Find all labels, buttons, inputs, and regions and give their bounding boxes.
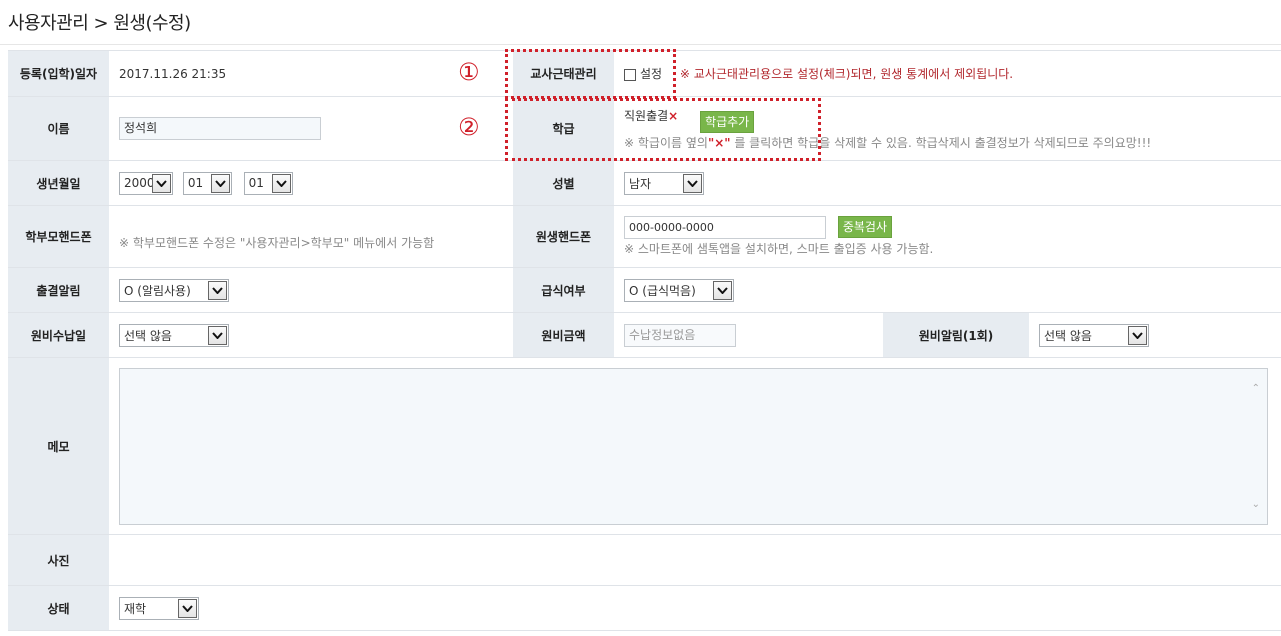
memo-textarea[interactable]: ⌃ ⌄ [119, 367, 1268, 525]
chevron-down-icon [1128, 325, 1147, 345]
fee-alert-value: 선택 않음 [1044, 328, 1092, 343]
duplicate-check-button[interactable]: 중복검사 [837, 216, 892, 238]
fee-day-value: 선택 않음 [124, 328, 172, 343]
chevron-down-icon [208, 280, 227, 300]
meal-label: 급식여부 [513, 267, 614, 313]
attendance-alert-value: O (알림사용) [124, 283, 191, 298]
reg-date-value: 2017.11.26 21:35 [109, 50, 513, 97]
name-input[interactable]: 정석희 [119, 117, 321, 140]
name-label: 이름 [8, 96, 109, 161]
scroll-up-icon[interactable]: ⌃ [1252, 383, 1260, 394]
status-select[interactable]: 재학 [119, 596, 199, 620]
meal-select[interactable]: O (급식먹음) [624, 278, 734, 302]
attendance-alert-label: 출결알림 [8, 267, 109, 313]
page-title: 사용자관리 > 원생(수정) [8, 13, 191, 34]
parent-phone-label: 학부모핸드폰 [8, 205, 109, 268]
student-phone-input[interactable]: 000-0000-0000 [624, 216, 826, 239]
chevron-down-icon [713, 280, 732, 300]
class-label: 학급 [513, 96, 614, 161]
parent-phone-note: ※ 학부모핸드폰 수정은 "사용자관리>학부모" 메뉴에서 가능함 [119, 236, 435, 250]
student-edit-form: 등록(입학)일자 2017.11.26 21:35 교사근태관리 설정 ※ 교사… [8, 50, 1281, 631]
attendance-alert-select[interactable]: O (알림사용) [119, 278, 229, 302]
gender-label: 성별 [513, 160, 614, 206]
class-remove-icon[interactable]: × [668, 109, 678, 123]
gender-select[interactable]: 남자 [624, 171, 704, 195]
teacher-attendance-checkbox[interactable] [624, 68, 636, 81]
annotation-circle-2: ② [458, 113, 480, 141]
status-value: 재학 [124, 601, 147, 616]
fee-alert-label: 원비알림(1회) [883, 312, 1029, 358]
meal-value: O (급식먹음) [629, 283, 696, 298]
annotation-circle-1: ① [458, 58, 480, 86]
chevron-down-icon [210, 173, 230, 193]
class-cell: 직원출결× 학급추가 ※ 학급이름 옆의"×" 를 클릭하면 학급을 삭제할 수… [614, 96, 1281, 161]
fee-day-select[interactable]: 선택 않음 [119, 323, 229, 347]
student-phone-label: 원생핸드폰 [513, 205, 614, 268]
class-note-part1: ※ 학급이름 옆의 [624, 135, 708, 150]
class-note-x: "×" [707, 135, 731, 150]
chevron-down-icon [208, 325, 227, 345]
teacher-attendance-cell: 설정 ※ 교사근태관리용으로 설정(체크)되면, 원생 통계에서 제외됩니다. [614, 50, 1281, 97]
chevron-down-icon [178, 598, 197, 618]
birth-day-value: 01 [248, 176, 264, 190]
chevron-down-icon [683, 173, 702, 193]
chevron-down-icon [152, 173, 171, 193]
birth-year-value: 2000 [124, 176, 152, 190]
photo-cell [109, 534, 1281, 586]
reg-date-label: 등록(입학)일자 [8, 50, 109, 97]
birth-label: 생년월일 [8, 160, 109, 206]
fee-alert-select[interactable]: 선택 않음 [1039, 323, 1149, 347]
class-note-part2: 를 클릭하면 학급을 삭제할 수 있음. 학급삭제시 출결정보가 삭제되므로 주… [734, 135, 1152, 150]
status-label: 상태 [8, 585, 109, 631]
chevron-down-icon [271, 173, 291, 193]
birth-month-select[interactable]: 01 [182, 171, 232, 195]
scroll-down-icon[interactable]: ⌄ [1252, 499, 1260, 510]
gender-value: 남자 [629, 176, 652, 191]
memo-label: 메모 [8, 357, 109, 535]
fee-amount-input[interactable]: 수납정보없음 [624, 323, 736, 347]
title-divider [0, 44, 1281, 45]
student-phone-note: ※ 스마트폰에 샘톡앱을 설치하면, 스마트 출입증 사용 가능함. [624, 242, 934, 256]
teacher-attendance-warning: ※ 교사근태관리용으로 설정(체크)되면, 원생 통계에서 제외됩니다. [679, 67, 1014, 81]
add-class-button[interactable]: 학급추가 [700, 110, 755, 133]
birth-month-value: 01 [187, 176, 204, 190]
class-name: 직원출결 [624, 108, 669, 123]
teacher-attendance-checkbox-label[interactable]: 설정 [640, 67, 662, 81]
fee-amount-label: 원비금액 [513, 312, 614, 358]
photo-label: 사진 [8, 534, 109, 586]
teacher-attendance-checkbox-wrap[interactable]: 설정 [624, 67, 666, 81]
teacher-attendance-label: 교사근태관리 [513, 50, 614, 97]
birth-year-select[interactable]: 2000 [119, 171, 173, 195]
birth-day-select[interactable]: 01 [243, 171, 293, 195]
fee-day-label: 원비수납일 [8, 312, 109, 358]
